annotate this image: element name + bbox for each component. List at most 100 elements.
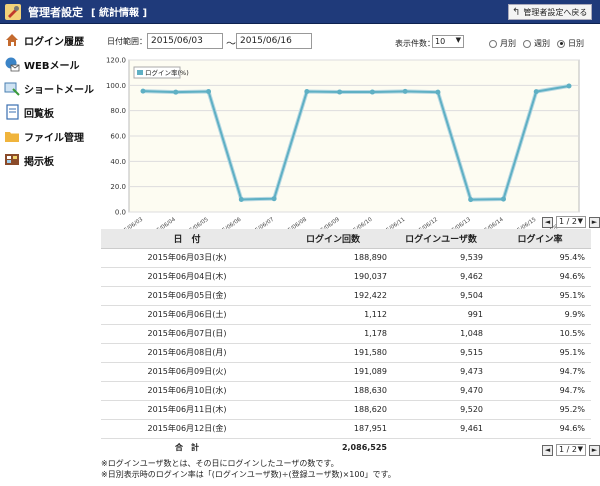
prev-page-button[interactable]: ◄ (542, 216, 553, 228)
cell-login-users: 991 (393, 305, 489, 325)
sidebar-item-webmail[interactable]: WEBメール (0, 52, 98, 76)
page-select[interactable]: 1 / 2 ▼ (556, 444, 586, 456)
globe-mail-icon (5, 57, 20, 72)
table-row: 2015年06月03日(水) 188,890 9,539 95.4% (101, 248, 591, 268)
cell-login-count: 188,620 (273, 400, 393, 420)
sidebar-item-label: WEBメール (24, 60, 80, 72)
next-page-button[interactable]: ► (589, 216, 600, 228)
radio-dot-selected (557, 39, 565, 48)
cell-login-users: 9,462 (393, 267, 489, 287)
sidebar-item-file-manager[interactable]: ファイル管理 (0, 124, 98, 148)
cell-date: 2015年06月07日(日) (101, 324, 273, 344)
prev-page-button[interactable]: ◄ (542, 444, 553, 456)
table-row: 2015年06月12日(金) 187,951 9,461 94.6% (101, 419, 591, 439)
table-total-row: 合 計 2,086,525 (101, 438, 591, 457)
date-to-field[interactable]: 2015/06/16 (236, 33, 312, 49)
cell-login-rate: 95.1% (489, 286, 591, 306)
radio-label: 週別 (534, 39, 550, 48)
data-point (533, 89, 539, 95)
cell-date: 2015年06月09日(火) (101, 362, 273, 382)
date-range-label: 日付範囲： (107, 37, 147, 46)
next-page-button[interactable]: ► (589, 444, 600, 456)
cell-login-users: 9,461 (393, 419, 489, 439)
cell-login-rate: 94.7% (489, 362, 591, 382)
col-login-count-header: ログイン回数 (273, 229, 393, 249)
sidebar-item-shortmail[interactable]: ショートメール (0, 76, 98, 100)
radio-label: 月別 (500, 39, 516, 48)
sidebar-item-label: ショートメール (24, 84, 94, 96)
legend-label: ログイン率(%) (145, 68, 189, 77)
col-date-header: 日 付 (101, 229, 273, 249)
page-select[interactable]: 1 / 2 ▼ (556, 216, 586, 228)
radio-label: 日別 (568, 39, 584, 48)
sidebar: ログイン履歴 WEBメール ショートメール 回覧板 ファイル管理 掲示板 (0, 28, 98, 172)
cell-login-rate: 95.4% (489, 248, 591, 268)
folder-icon (5, 132, 19, 142)
col-login-rate-header: ログイン率 (489, 229, 591, 249)
table-header-row: 日 付 ログイン回数 ログインユーザ数 ログイン率 (101, 229, 591, 249)
date-from-field[interactable]: 2015/06/03 (147, 33, 223, 49)
notebook-icon (6, 104, 19, 120)
data-point (435, 89, 441, 95)
table-row: 2015年06月11日(木) 188,620 9,520 95.2% (101, 400, 591, 420)
data-point (468, 197, 474, 203)
data-point (271, 196, 277, 202)
cell-date: 2015年06月05日(金) (101, 286, 273, 306)
data-point (140, 88, 146, 94)
chart-area: 0.0 20.0 40.0 60.0 80.0 100.0 120.0 15/06/03 15/… (101, 56, 597, 240)
house-icon (6, 34, 18, 46)
cell-login-count: 190,037 (273, 267, 393, 287)
radio-daily[interactable]: 日別 (557, 38, 584, 49)
radio-dot (523, 39, 531, 48)
count-select[interactable]: 10 ▼ (432, 35, 464, 48)
footnotes: ※ログインユーザ数とは、その日にログインしたユーザの数です。 ※日別表示時のログ… (101, 458, 396, 480)
table-row: 2015年06月07日(日) 1,178 1,048 10.5% (101, 324, 591, 344)
cell-login-rate: 94.6% (489, 267, 591, 287)
cell-login-users: 9,504 (393, 286, 489, 306)
sidebar-item-label: 掲示板 (24, 156, 54, 168)
total-label: 合 計 (175, 443, 199, 453)
sidebar-item-login-history[interactable]: ログイン履歴 (0, 28, 98, 52)
sidebar-item-label: ログイン履歴 (24, 36, 84, 48)
page-subtitle: [ 統計情報 ] (91, 8, 148, 19)
sidebar-item-bulletin-board[interactable]: 掲示板 (0, 148, 98, 172)
board-icon (5, 154, 19, 165)
y-tick-label: 40.0 (110, 158, 126, 166)
cell-date: 2015年06月04日(木) (101, 267, 273, 287)
admin-tools-icon (5, 3, 21, 20)
data-point (206, 89, 212, 95)
table-row: 2015年06月09日(火) 191,089 9,473 94.7% (101, 362, 591, 382)
cell-login-count: 1,112 (273, 305, 393, 325)
data-point (304, 89, 310, 95)
radio-monthly[interactable]: 月別 (489, 38, 516, 49)
radio-dot (489, 39, 497, 48)
table-row: 2015年06月04日(木) 190,037 9,462 94.6% (101, 267, 591, 287)
back-to-admin-button[interactable]: ↰ 管理者設定へ戻る (508, 4, 592, 20)
cell-login-count: 187,951 (273, 419, 393, 439)
stats-table: 日 付 ログイン回数 ログインユーザ数 ログイン率 2015年06月03日(水)… (101, 229, 591, 457)
login-rate-line-chart: 0.020.040.060.080.0100.0120.015/06/03 15/… (106, 57, 580, 236)
page-value: 1 / 2 (559, 217, 577, 226)
cell-login-users: 9,520 (393, 400, 489, 420)
cell-login-rate: 95.1% (489, 343, 591, 363)
cell-login-users: 9,473 (393, 362, 489, 382)
radio-weekly[interactable]: 週別 (523, 38, 550, 49)
footnote-1: ※ログインユーザ数とは、その日にログインしたユーザの数です。 (101, 459, 339, 468)
count-label: 表示件数： (395, 39, 435, 48)
y-tick-label: 60.0 (110, 133, 126, 141)
count-value: 10 (435, 37, 446, 46)
chevron-down-icon: ▼ (577, 445, 583, 453)
cell-login-count: 191,089 (273, 362, 393, 382)
pager-bottom: ◄ 1 / 2 ▼ ► (542, 444, 600, 456)
y-tick-label: 100.0 (106, 82, 126, 90)
cell-login-count: 188,630 (273, 381, 393, 401)
sidebar-item-circular[interactable]: 回覧板 (0, 100, 98, 124)
sidebar-item-label: ファイル管理 (24, 132, 84, 144)
filter-bar: 日付範囲： 2015/06/03 ～ 2015/06/16 表示件数： 10 ▼… (101, 30, 597, 52)
cell-login-rate: 10.5% (489, 324, 591, 344)
table-row: 2015年06月05日(金) 192,422 9,504 95.1% (101, 286, 591, 306)
cell-login-rate: 94.7% (489, 381, 591, 401)
footnote-2: ※日別表示時のログイン率は「(ログインユーザ数)÷(登録ユーザ数)×100」です… (101, 470, 396, 479)
page-value: 1 / 2 (559, 445, 577, 454)
data-point (173, 89, 179, 95)
